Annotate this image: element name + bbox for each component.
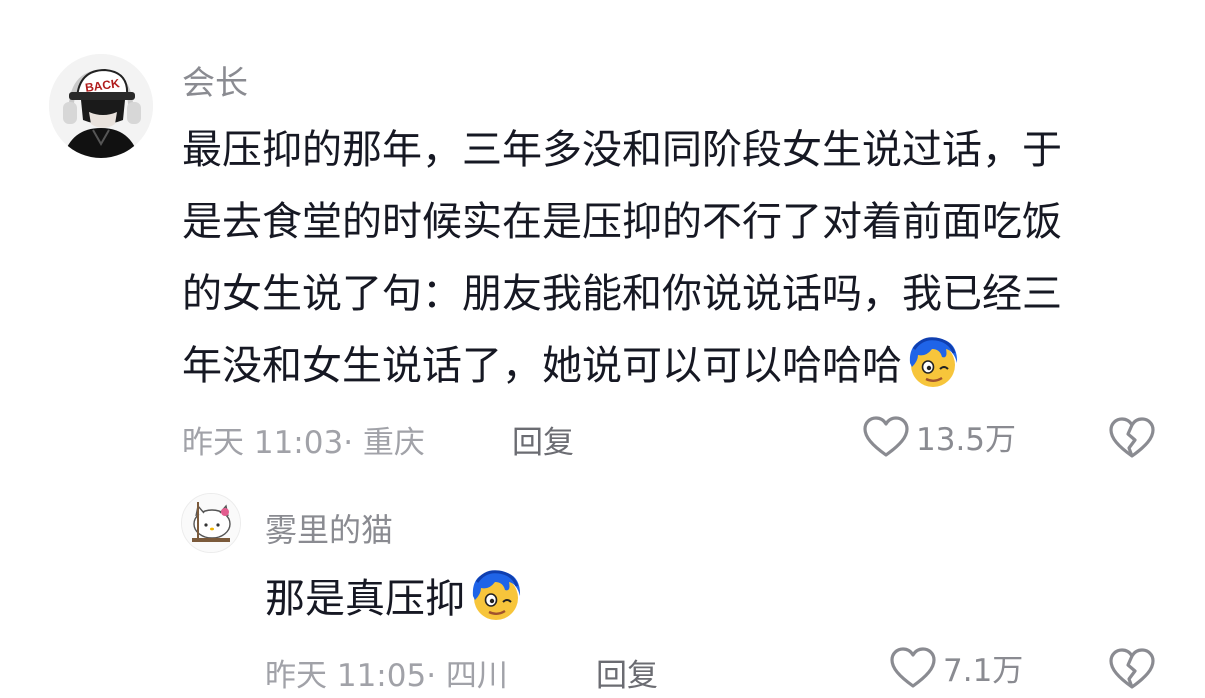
comment-line-last: 那是真压抑: [265, 563, 965, 635]
comment-item: BACK 会长 最压抑的那年，三年多没和同阶段女生说过话，于 是去食堂的时候实在…: [0, 0, 1205, 470]
like-button[interactable]: 13.5万: [862, 414, 1016, 459]
like-button[interactable]: 7.1万: [889, 645, 1023, 690]
user-avatar[interactable]: BACK: [49, 54, 153, 158]
like-count: 7.1万: [943, 653, 1024, 689]
comment-line: 最压抑的那年，三年多没和同阶段女生说过话，于: [182, 127, 1062, 173]
blue-hair-face-emoji: [467, 566, 525, 624]
comment-line-text: 年没和女生说话了，她说可以可以哈哈哈: [182, 343, 902, 389]
heart-outline-icon: [890, 646, 936, 688]
avatar-back-cap-boy: BACK: [49, 54, 153, 158]
comment-meta: 昨天 11:05· 四川: [265, 658, 508, 694]
reply-button[interactable]: 回复: [596, 650, 658, 695]
dislike-button[interactable]: [1108, 647, 1156, 691]
comment-content: 那是真压抑: [265, 563, 965, 635]
avatar-hello-kitty: [182, 494, 240, 552]
username[interactable]: 会长: [182, 56, 248, 104]
like-count: 13.5万: [916, 422, 1017, 458]
heart-outline-icon: [863, 415, 909, 457]
dislike-button[interactable]: [1108, 416, 1156, 460]
comment-line: 的女生说了句：朋友我能和你说说话吗，我已经三: [182, 271, 1062, 317]
comment-line: 是去食堂的时候实在是压抑的不行了对着前面吃饭: [182, 199, 1062, 245]
username[interactable]: 雾里的猫: [265, 505, 393, 551]
comment-line-text: 那是真压抑: [265, 576, 465, 622]
comment-line-last: 年没和女生说话了，她说可以可以哈哈哈: [182, 330, 1172, 402]
comment-content: 最压抑的那年，三年多没和同阶段女生说过话，于 是去食堂的时候实在是压抑的不行了对…: [182, 114, 1172, 402]
blue-hair-face-emoji: [904, 333, 962, 391]
broken-heart-icon: [1109, 648, 1155, 689]
comment-meta: 昨天 11:03· 重庆: [182, 425, 425, 461]
broken-heart-icon: [1109, 417, 1155, 458]
reply-button[interactable]: 回复: [512, 417, 574, 462]
user-avatar[interactable]: [181, 493, 241, 553]
